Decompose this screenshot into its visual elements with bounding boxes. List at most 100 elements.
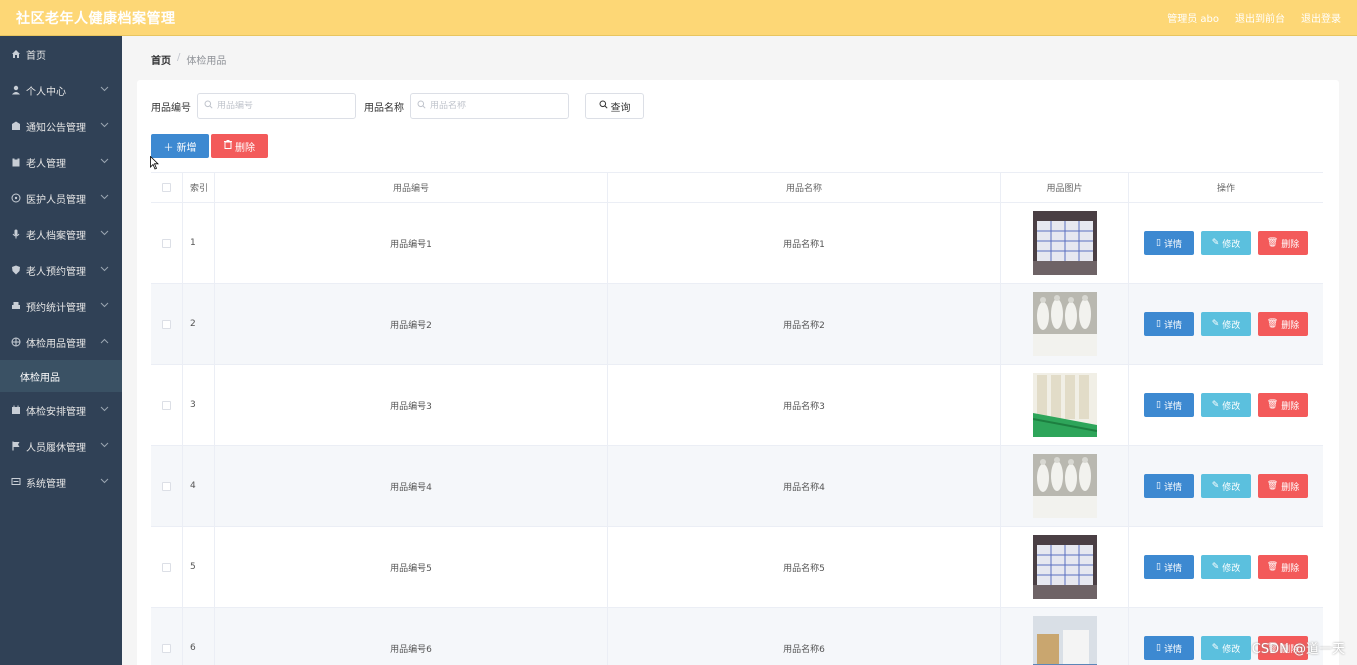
- add-button[interactable]: ＋ 新增: [151, 134, 209, 158]
- delete-button[interactable]: 🗑 删除: [1258, 474, 1308, 498]
- delete-button-label: 删除: [1281, 482, 1300, 493]
- chevron-down-icon: [100, 85, 109, 95]
- detail-button[interactable]: ▯ 详情: [1144, 393, 1194, 417]
- row-ops: ▯ 详情 ✎ 修改 🗑 删除: [1129, 527, 1323, 607]
- sidebar-item-staff-leave[interactable]: 人员履休管理: [0, 428, 122, 464]
- row-checkbox[interactable]: [162, 481, 171, 491]
- table-row: 5 用品编号5 用品名称5 ▯ 详情 ✎ 修改 🗑 删除: [151, 527, 1323, 608]
- detail-button[interactable]: ▯ 详情: [1144, 474, 1194, 498]
- code-search-input[interactable]: [217, 101, 347, 111]
- row-ops: ▯ 详情 ✎ 修改 🗑 删除: [1129, 446, 1323, 526]
- table-row: 4 用品编号4 用品名称4 ▯ 详情 ✎ 修改 🗑 删除: [151, 446, 1323, 527]
- medical-icon: [10, 192, 22, 204]
- edit-button[interactable]: ✎ 修改: [1201, 393, 1251, 417]
- sidebar-item-checkup-schedule[interactable]: 体检安排管理: [0, 392, 122, 428]
- sidebar-item-appointments[interactable]: 老人预约管理: [0, 252, 122, 288]
- supply-image[interactable]: [1032, 535, 1097, 599]
- sidebar-item-home[interactable]: 首页: [0, 36, 122, 72]
- row-image-cell: [1001, 284, 1129, 364]
- edit-button[interactable]: ✎ 修改: [1201, 312, 1251, 336]
- delete-button[interactable]: 🗑 删除: [1258, 231, 1308, 255]
- select-all-checkbox[interactable]: [162, 183, 171, 192]
- logout-link[interactable]: 退出登录: [1301, 10, 1341, 25]
- detail-button-label: 详情: [1163, 401, 1182, 412]
- sidebar-item-appointment-stats[interactable]: 预约统计管理: [0, 288, 122, 324]
- printer-icon: [10, 300, 22, 312]
- row-checkbox[interactable]: [162, 319, 171, 329]
- chevron-down-icon: [100, 157, 109, 167]
- row-checkbox[interactable]: [162, 562, 171, 572]
- supply-image[interactable]: [1032, 373, 1097, 437]
- delete-button[interactable]: 🗑 删除: [1258, 312, 1308, 336]
- select-all-cell: [151, 173, 183, 202]
- sidebar-item-elderly-records[interactable]: 老人档案管理: [0, 216, 122, 252]
- row-code: 用品编号1: [215, 203, 608, 283]
- edit-button[interactable]: ✎ 修改: [1201, 231, 1251, 255]
- row-image-cell: [1001, 527, 1129, 607]
- flag-icon: [10, 440, 22, 452]
- sidebar-subitem-checkup-supplies[interactable]: 体检用品: [0, 360, 122, 392]
- name-search-input[interactable]: [430, 101, 560, 111]
- document-icon: ▯: [1156, 643, 1161, 653]
- back-to-frontend-link[interactable]: 退出到前台: [1235, 10, 1285, 25]
- sidebar-item-label: 首页: [26, 50, 46, 62]
- detail-button-label: 详情: [1163, 644, 1182, 655]
- query-button[interactable]: 查询: [585, 93, 644, 119]
- delete-button[interactable]: 🗑 删除: [1258, 393, 1308, 417]
- code-search-field[interactable]: [197, 93, 356, 119]
- supply-image[interactable]: [1032, 292, 1097, 356]
- edit-button[interactable]: ✎ 修改: [1201, 555, 1251, 579]
- row-checkbox[interactable]: [162, 400, 171, 410]
- detail-button[interactable]: ▯ 详情: [1144, 231, 1194, 255]
- chevron-down-icon: [100, 441, 109, 451]
- delete-button-label: 删除: [1281, 563, 1300, 574]
- sidebar-item-label: 医护人员管理: [26, 194, 86, 206]
- main-content: 首页 / 体检用品 用品编号 用品名称: [122, 36, 1357, 665]
- breadcrumb-home[interactable]: 首页: [151, 52, 171, 67]
- row-checkbox[interactable]: [162, 643, 171, 653]
- sidebar-item-checkup-supplies[interactable]: 体检用品管理: [0, 324, 122, 360]
- sidebar-item-medical-staff[interactable]: 医护人员管理: [0, 180, 122, 216]
- header-ops: 操作: [1216, 184, 1235, 194]
- row-image-cell: [1001, 608, 1129, 665]
- row-select-cell: [151, 365, 183, 445]
- document-icon: ▯: [1156, 481, 1161, 491]
- edit-button[interactable]: ✎ 修改: [1201, 636, 1251, 660]
- detail-button[interactable]: ▯ 详情: [1144, 312, 1194, 336]
- trash-icon: 🗑: [1266, 562, 1279, 572]
- sidebar-item-label: 老人管理: [26, 158, 66, 170]
- chevron-down-icon: [100, 265, 109, 275]
- breadcrumb-separator: /: [177, 52, 181, 63]
- detail-button-label: 详情: [1163, 482, 1182, 493]
- sidebar-item-label: 体检安排管理: [26, 406, 86, 418]
- calendar-icon: [10, 404, 22, 416]
- chat-icon: [10, 476, 22, 488]
- row-select-cell: [151, 446, 183, 526]
- detail-button[interactable]: ▯ 详情: [1144, 555, 1194, 579]
- sidebar-item-label: 系统管理: [26, 478, 66, 490]
- batch-delete-button[interactable]: 删除: [211, 134, 268, 158]
- sidebar-item-notice[interactable]: 通知公告管理: [0, 108, 122, 144]
- add-button-label: 新增: [176, 142, 197, 154]
- detail-button[interactable]: ▯ 详情: [1144, 636, 1194, 660]
- sidebar-item-system[interactable]: 系统管理: [0, 464, 122, 500]
- top-header-bar: 社区老年人健康档案管理 管理员 abo 退出到前台 退出登录: [0, 0, 1357, 36]
- supply-image[interactable]: [1032, 211, 1097, 275]
- sidebar-item-elderly[interactable]: 老人管理: [0, 144, 122, 180]
- chevron-down-icon: [100, 405, 109, 415]
- name-search-field[interactable]: [410, 93, 569, 119]
- row-code: 用品编号2: [215, 284, 608, 364]
- row-code: 用品编号4: [215, 446, 608, 526]
- supply-image[interactable]: [1032, 454, 1097, 518]
- row-ops: ▯ 详情 ✎ 修改 🗑 删除: [1129, 365, 1323, 445]
- edit-button[interactable]: ✎ 修改: [1201, 474, 1251, 498]
- row-checkbox[interactable]: [162, 238, 171, 248]
- supply-image[interactable]: [1032, 616, 1097, 665]
- mouse-cursor-icon: [150, 155, 160, 170]
- header-name: 用品名称: [608, 173, 1001, 202]
- delete-button[interactable]: 🗑 删除: [1258, 555, 1308, 579]
- sidebar-item-personal-center[interactable]: 个人中心: [0, 72, 122, 108]
- search-icon: [417, 100, 426, 112]
- search-icon: [599, 100, 608, 112]
- trash-icon: 🗑: [1266, 319, 1279, 329]
